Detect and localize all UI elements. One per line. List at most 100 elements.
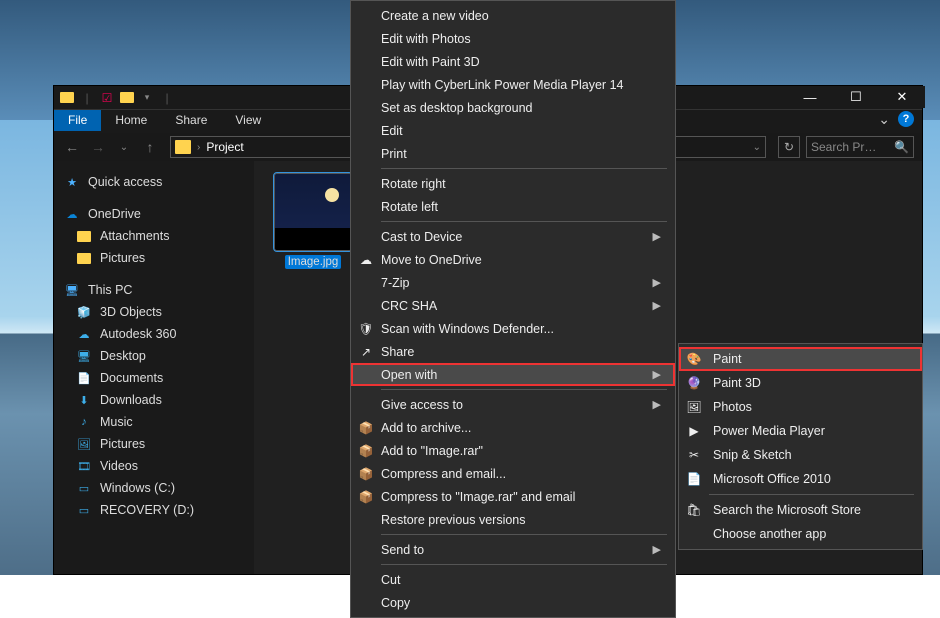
- qat-dropdown-icon[interactable]: ▾: [138, 89, 156, 107]
- back-button[interactable]: ←: [62, 139, 82, 155]
- menu-item-icon: 🛡: [357, 320, 375, 338]
- ribbon-collapse: ⌄ ?: [878, 108, 922, 130]
- menu-item-add-to-archive[interactable]: 📦 Add to archive...: [351, 416, 675, 439]
- menu-item-edit-with-photos[interactable]: Edit with Photos: [351, 27, 675, 50]
- qat-folder-icon[interactable]: [118, 89, 136, 107]
- menu-item-label: Cast to Device: [381, 230, 462, 244]
- menu-item-rotate-left[interactable]: Rotate left: [351, 195, 675, 218]
- minimize-button[interactable]: —: [787, 86, 833, 108]
- maximize-button[interactable]: ☐: [833, 86, 879, 108]
- menu-item-open-with[interactable]: Open with ▶: [351, 363, 675, 386]
- menu-item-label: Open with: [381, 368, 437, 382]
- ribbon-chevron-icon[interactable]: ⌄: [878, 111, 890, 128]
- search-input[interactable]: Search Pr… 🔍: [806, 136, 914, 158]
- sidebar-item-desktop[interactable]: 🖥Desktop: [54, 345, 254, 367]
- menu-item-cut[interactable]: Cut: [351, 568, 675, 591]
- menu-item-create-a-new-video[interactable]: Create a new video: [351, 4, 675, 27]
- submenu-item-microsoft-office-2010[interactable]: 📄 Microsoft Office 2010: [679, 467, 922, 491]
- menu-item-share[interactable]: ↗Share: [351, 340, 675, 363]
- properties-icon[interactable]: ☑: [98, 89, 116, 107]
- menu-item-add-to-image-rar[interactable]: 📦Add to "Image.rar": [351, 439, 675, 462]
- search-icon[interactable]: 🔍: [894, 140, 909, 154]
- menu-item-compress-to-image-rar-and-email[interactable]: 📦Compress to "Image.rar" and email: [351, 485, 675, 508]
- sidebar-item-windows-c-[interactable]: ▭Windows (C:): [54, 477, 254, 499]
- sidebar-item-pictures[interactable]: 🖼Pictures: [54, 433, 254, 455]
- home-tab[interactable]: Home: [101, 110, 161, 131]
- help-icon[interactable]: ?: [898, 111, 914, 127]
- menu-item-label: Create a new video: [381, 9, 489, 23]
- submenu-item-label: Microsoft Office 2010: [713, 472, 831, 486]
- menu-item-restore-previous-versions[interactable]: Restore previous versions: [351, 508, 675, 531]
- sidebar-item-label: OneDrive: [88, 207, 141, 221]
- menu-item-scan-with-windows-defender[interactable]: 🛡Scan with Windows Defender...: [351, 317, 675, 340]
- file-name-label[interactable]: Image.jpg: [285, 255, 342, 269]
- menu-item-label: Edit: [381, 124, 403, 138]
- menu-item-play-with-cyberlink-power-media-player-14[interactable]: Play with CyberLink Power Media Player 1…: [351, 73, 675, 96]
- menu-item-set-as-desktop-background[interactable]: Set as desktop background: [351, 96, 675, 119]
- menu-item-move-to-onedrive[interactable]: ☁Move to OneDrive: [351, 248, 675, 271]
- menu-item-icon: 📦: [357, 419, 375, 437]
- submenu-item-search-the-microsoft-store[interactable]: 🛍Search the Microsoft Store: [679, 498, 922, 522]
- menu-separator: [381, 389, 667, 390]
- chevron-right-icon: ▶: [653, 368, 661, 381]
- up-button[interactable]: ↑: [140, 139, 160, 155]
- downloads-icon: ⬇: [76, 392, 92, 408]
- app-icon: 🛍: [685, 501, 703, 519]
- submenu-item-snip-sketch[interactable]: ✂Snip & Sketch: [679, 443, 922, 467]
- submenu-item-choose-another-app[interactable]: Choose another app: [679, 522, 922, 546]
- menu-item-send-to[interactable]: Send to▶: [351, 538, 675, 561]
- sidebar-item-autodesk-360[interactable]: ☁Autodesk 360: [54, 323, 254, 345]
- address-dropdown-icon[interactable]: ⌄: [753, 142, 761, 153]
- sidebar-item-attachments[interactable]: Attachments: [54, 225, 254, 247]
- menu-item-give-access-to[interactable]: Give access to▶: [351, 393, 675, 416]
- folder-icon: [175, 140, 191, 154]
- view-tab[interactable]: View: [221, 110, 275, 131]
- sidebar-item-label: Documents: [100, 371, 163, 385]
- sidebar-item-quick-access[interactable]: ★ Quick access: [54, 171, 254, 193]
- app-icon: 🎨: [685, 350, 703, 368]
- sidebar-item-3d-objects[interactable]: 🧊3D Objects: [54, 301, 254, 323]
- sidebar-item-music[interactable]: ♪Music: [54, 411, 254, 433]
- sidebar-item-recovery-d-[interactable]: ▭RECOVERY (D:): [54, 499, 254, 521]
- share-tab[interactable]: Share: [161, 110, 221, 131]
- menu-item-edit[interactable]: Edit: [351, 119, 675, 142]
- close-button[interactable]: ✕: [879, 86, 925, 108]
- folder-icon: [76, 228, 92, 244]
- sidebar-item-documents[interactable]: 📄Documents: [54, 367, 254, 389]
- menu-item-label: Move to OneDrive: [381, 253, 482, 267]
- file-thumbnail[interactable]: Image.jpg: [272, 173, 354, 269]
- menu-item-label: Copy: [381, 596, 410, 610]
- refresh-button[interactable]: ↻: [778, 136, 800, 158]
- sidebar-item-videos[interactable]: 🎞Videos: [54, 455, 254, 477]
- menu-item-edit-with-paint-3d[interactable]: Edit with Paint 3D: [351, 50, 675, 73]
- menu-item-7-zip[interactable]: 7-Zip▶: [351, 271, 675, 294]
- menu-item-copy[interactable]: Copy: [351, 591, 675, 614]
- submenu-item-paint-3d[interactable]: 🔮Paint 3D: [679, 371, 922, 395]
- sidebar-item-onedrive[interactable]: ☁ OneDrive: [54, 203, 254, 225]
- submenu-item-label: Power Media Player: [713, 424, 825, 438]
- file-tab[interactable]: File: [54, 110, 101, 131]
- menu-separator: [381, 168, 667, 169]
- menu-item-crc-sha[interactable]: CRC SHA▶: [351, 294, 675, 317]
- submenu-item-power-media-player[interactable]: ▶Power Media Player: [679, 419, 922, 443]
- separator: |: [158, 89, 176, 107]
- cloud-icon: ☁: [76, 326, 92, 342]
- sidebar-item-downloads[interactable]: ⬇Downloads: [54, 389, 254, 411]
- submenu-item-paint[interactable]: 🎨Paint: [679, 347, 922, 371]
- menu-item-compress-and-email[interactable]: 📦Compress and email...: [351, 462, 675, 485]
- menu-item-cast-to-device[interactable]: Cast to Device▶: [351, 225, 675, 248]
- app-icon: 📄: [685, 470, 703, 488]
- sidebar-item-label: Pictures: [100, 437, 145, 451]
- menu-item-label: Rotate right: [381, 177, 446, 191]
- sidebar-item-pictures-od[interactable]: Pictures: [54, 247, 254, 269]
- recent-locations-button[interactable]: ⌄: [114, 142, 134, 153]
- videos-icon: 🎞: [76, 458, 92, 474]
- submenu-item-photos[interactable]: 🖼Photos: [679, 395, 922, 419]
- menu-item-print[interactable]: Print: [351, 142, 675, 165]
- breadcrumb[interactable]: Project: [206, 140, 243, 154]
- window-controls: — ☐ ✕: [787, 86, 925, 108]
- forward-button[interactable]: →: [88, 139, 108, 155]
- sidebar-item-thispc[interactable]: 🖥 This PC: [54, 279, 254, 301]
- menu-item-label: Add to archive...: [381, 421, 471, 435]
- menu-item-rotate-right[interactable]: Rotate right: [351, 172, 675, 195]
